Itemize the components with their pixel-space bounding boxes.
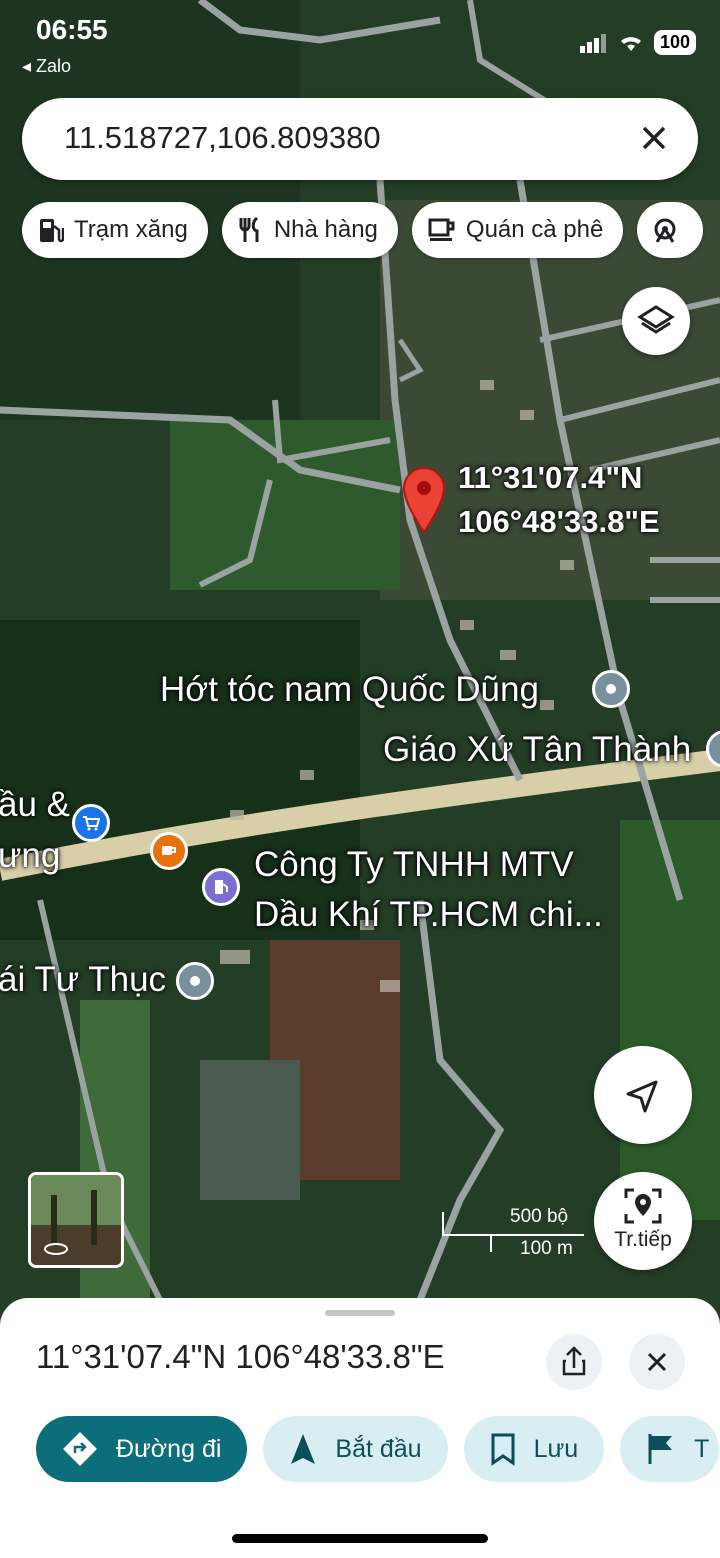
place-label[interactable]: ưng <box>0 836 60 876</box>
place-bottom-sheet[interactable]: 11°31'07.4"N 106°48'33.8"E Đường đi Bắt … <box>0 1298 720 1558</box>
chip-restaurant[interactable]: Nhà hàng <box>221 202 398 258</box>
pin-latitude: 11°31'07.4"N <box>458 460 643 495</box>
place-label[interactable]: ái Tư Thục <box>0 960 166 1000</box>
place-label[interactable]: Giáo Xứ Tân Thành <box>383 730 691 770</box>
live-view-label: Tr.tiếp <box>614 1228 672 1251</box>
pin-coordinates-label: 11°31'07.4"N 106°48'33.8"E <box>458 456 660 544</box>
shopping-cart-marker-icon[interactable] <box>72 804 110 842</box>
battery-indicator: 100 <box>653 30 696 55</box>
directions-label: Đường đi <box>116 1434 222 1463</box>
chip-label: Trạm xăng <box>74 216 188 243</box>
rotate-360-icon <box>44 1243 68 1255</box>
live-location-icon <box>624 1188 662 1224</box>
category-chips: Trạm xăng Nhà hàng Quán cà phê <box>22 202 704 258</box>
flag-icon <box>648 1434 673 1464</box>
scale-imperial: 500 bộ <box>510 1206 569 1227</box>
place-label[interactable]: ầu & <box>0 785 70 825</box>
search-bar[interactable]: 11.518727,106.809380 <box>22 98 698 180</box>
search-query[interactable]: 11.518727,106.809380 <box>64 120 381 156</box>
scale-metric: 100 m <box>520 1238 573 1259</box>
layers-icon <box>637 305 675 334</box>
signal-icon <box>579 33 606 53</box>
status-bar: 06:55 ◂ Zalo 100 <box>0 0 720 90</box>
cafe-marker-icon[interactable] <box>150 832 188 870</box>
coffee-icon <box>428 218 455 241</box>
sheet-drag-handle[interactable] <box>325 1310 395 1316</box>
place-label[interactable]: Hớt tóc nam Quốc Dũng <box>160 670 539 710</box>
start-label: Bắt đầu <box>335 1434 422 1463</box>
street-view-thumbnail[interactable] <box>28 1172 124 1268</box>
save-label: Lưu <box>533 1434 579 1463</box>
live-view-button[interactable]: Tr.tiếp <box>594 1172 692 1270</box>
close-sheet-button[interactable] <box>629 1334 685 1390</box>
place-label[interactable]: Công Ty TNHH MTV <box>254 845 574 885</box>
dropped-pin-icon[interactable] <box>400 466 448 534</box>
bookmark-icon <box>491 1433 515 1466</box>
directions-button[interactable]: Đường đi <box>36 1416 248 1482</box>
chip-gas-station[interactable]: Trạm xăng <box>22 202 208 258</box>
pin-longitude: 106°48'33.8"E <box>458 504 660 539</box>
gas-station-icon <box>40 219 64 243</box>
home-indicator[interactable] <box>232 1534 488 1543</box>
place-marker-icon[interactable] <box>176 962 214 1000</box>
back-to-app-link[interactable]: ◂ Zalo <box>22 56 71 77</box>
attraction-icon <box>654 218 676 243</box>
scale-bar: 500 bộ 100 m <box>442 1206 584 1259</box>
chip-label: Quán cà phê <box>465 216 604 243</box>
label-button[interactable]: T <box>620 1416 720 1482</box>
start-button[interactable]: Bắt đầu <box>263 1416 448 1482</box>
layers-button[interactable] <box>622 287 690 355</box>
chip-more[interactable] <box>637 202 704 258</box>
close-icon <box>647 1352 667 1372</box>
compass-button[interactable] <box>594 1046 692 1144</box>
restaurant-icon <box>239 216 259 242</box>
label-label: T <box>694 1434 710 1463</box>
wifi-icon <box>620 36 641 51</box>
status-icons: 100 <box>579 30 696 55</box>
save-button[interactable]: Lưu <box>463 1416 605 1482</box>
close-icon[interactable] <box>636 120 672 156</box>
directions-icon <box>63 1432 97 1466</box>
sheet-title: 11°31'07.4"N 106°48'33.8"E <box>36 1338 445 1375</box>
gas-station-marker-icon[interactable] <box>202 868 240 906</box>
status-time: 06:55 <box>36 14 108 45</box>
navigation-start-icon <box>291 1434 316 1464</box>
share-button[interactable] <box>546 1334 602 1390</box>
share-icon <box>562 1346 586 1376</box>
navigation-arrow-icon <box>626 1080 658 1113</box>
place-marker-icon[interactable] <box>592 670 630 708</box>
action-buttons: Đường đi Bắt đầu Lưu T <box>36 1416 720 1482</box>
place-label[interactable]: Dầu Khí TP.HCM chi... <box>254 895 603 935</box>
chip-coffee[interactable]: Quán cà phê <box>411 202 624 258</box>
back-app-label: Zalo <box>36 56 72 76</box>
chip-label: Nhà hàng <box>273 216 378 243</box>
